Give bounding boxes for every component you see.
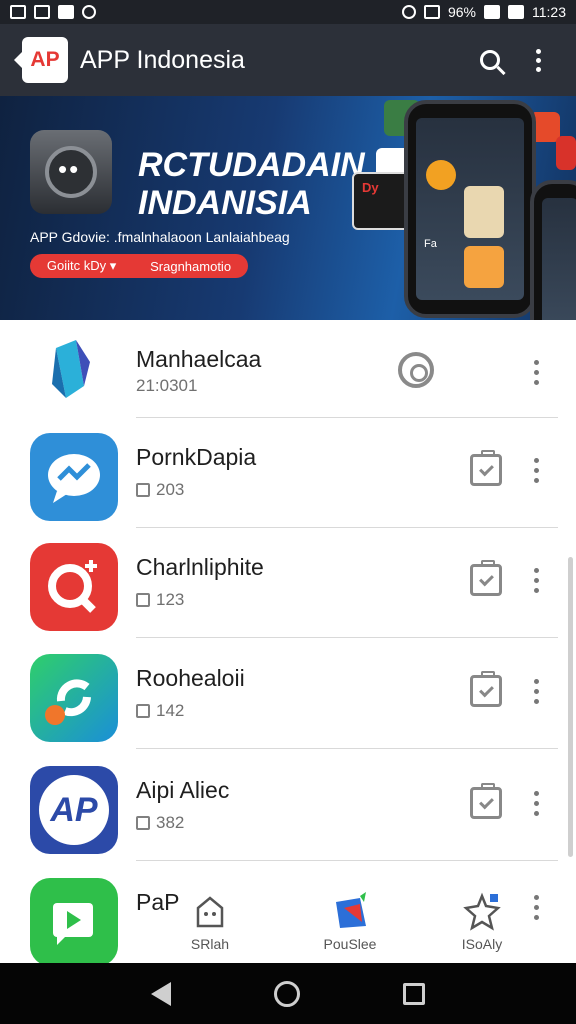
bottom-nav-bag[interactable]: PouSlee (310, 880, 390, 952)
app-bar: AP APP Indonesia (0, 24, 576, 96)
battery-percent: 96% (447, 4, 476, 20)
clipboard-check-icon[interactable] (470, 783, 502, 819)
status-right: 96% 11:23 (401, 4, 566, 20)
message-icon (58, 5, 74, 19)
edit-icon (136, 816, 150, 830)
edit-icon (136, 704, 150, 718)
play-icon (30, 878, 118, 963)
app-meta: 142 (136, 701, 184, 721)
promo-banner[interactable]: RCTUDADAIN INDANISIA APP Gdovie: .fmalnh… (0, 96, 576, 320)
status-bar: 96% 11:23 (0, 0, 576, 24)
app-name: Aipi Aliec (136, 777, 230, 803)
nav-recents-icon[interactable] (402, 982, 425, 1005)
more-vert-icon (535, 48, 541, 72)
refresh-icon (30, 654, 118, 742)
search-button[interactable] (466, 36, 514, 84)
list-item[interactable]: Manhaelcaa 21:0301 (0, 320, 576, 430)
app-name: Roohealoii (136, 665, 245, 691)
ap-icon: AP (30, 766, 118, 854)
search-icon (480, 50, 500, 70)
nav-home-icon[interactable] (273, 980, 300, 1007)
clipboard-check-icon[interactable] (470, 450, 502, 486)
more-vert-icon[interactable] (524, 673, 548, 709)
app-meta-value: 203 (156, 480, 185, 499)
app-name: Charlnliphite (136, 554, 264, 580)
clock: 11:23 (532, 4, 566, 20)
app-meta: 203 (136, 480, 184, 500)
system-nav-bar (0, 963, 576, 1024)
edit-icon (136, 483, 150, 497)
list-item[interactable]: AP Aipi Aliec 382 (0, 751, 576, 861)
bottom-nav-label: ISoAly (461, 936, 503, 952)
target-icon[interactable] (398, 352, 434, 388)
bag-icon (330, 892, 370, 932)
phone-mockup-back (530, 180, 576, 320)
banner-title-line1: RCTUDADAIN (138, 146, 365, 184)
divider (136, 748, 558, 749)
notification-icon (82, 5, 96, 19)
app-meta: 21:0301 (136, 376, 197, 396)
app-meta-value: 21:0301 (136, 376, 198, 395)
store-icon (190, 892, 230, 932)
battery-icon (508, 5, 524, 19)
signal-icon (484, 5, 500, 19)
bottom-nav: SRlah PouSlee ISoAly (160, 880, 560, 960)
more-vert-icon[interactable] (524, 354, 548, 390)
app-meta-value: 123 (156, 590, 185, 609)
banner-pill-left: Goiitc kDy ▾ (46, 258, 117, 273)
alarm-icon (401, 5, 416, 19)
phone-caption: Fa (424, 238, 437, 250)
floating-card-label: Dy (362, 180, 379, 195)
app-list: Manhaelcaa 21:0301 PornkDapia 203 Charln… (0, 320, 576, 963)
gear-star-icon (462, 892, 502, 932)
save-icon (34, 5, 50, 19)
gallery-icon (10, 5, 26, 19)
more-vert-icon[interactable] (524, 452, 548, 488)
bottom-nav-label: SRlah (190, 936, 230, 952)
chat-app-icon (30, 130, 112, 214)
banner-title-line2: INDANISIA (138, 184, 312, 222)
messenger-icon (30, 433, 118, 521)
banner-pill-right: Sragnhamotio (150, 258, 232, 274)
clipboard-check-icon[interactable] (470, 671, 502, 707)
edit-icon (136, 593, 150, 607)
banner-cta-pill[interactable]: Goiitc kDy ▾ Sragnhamotio (30, 254, 248, 278)
bottom-nav-store[interactable]: SRlah (170, 880, 250, 952)
divider (136, 860, 558, 861)
app-meta: 123 (136, 590, 184, 610)
app-name: Manhaelcaa (136, 346, 262, 372)
clipboard-check-icon[interactable] (470, 560, 502, 596)
app-logo[interactable]: AP (22, 37, 68, 83)
app-title: APP Indonesia (80, 45, 245, 74)
nav-back-icon[interactable] (151, 981, 172, 1006)
list-item[interactable]: Roohealoii 142 (0, 639, 576, 749)
kite-icon (40, 338, 100, 402)
bottom-nav-label: PouSlee (323, 936, 377, 952)
status-left (10, 5, 96, 19)
list-item[interactable]: Charlnliphite 123 (0, 528, 576, 638)
app-name: PornkDapia (136, 444, 257, 470)
app-meta-value: 142 (156, 701, 185, 720)
overflow-menu-button[interactable] (514, 36, 562, 84)
phone-mockup-front: Fa (404, 100, 536, 318)
app-logo-text: AP (30, 48, 60, 71)
more-vert-icon[interactable] (524, 562, 548, 598)
search-plus-icon (30, 543, 118, 631)
bottom-nav-settings[interactable]: ISoAly (442, 880, 522, 952)
list-item[interactable]: PornkDapia 203 (0, 418, 576, 528)
banner-subtitle: APP Gdovie: .fmalnhalaoon Lanlaiahbeag (30, 229, 290, 245)
app-meta-value: 382 (156, 813, 185, 832)
scrollbar[interactable] (568, 557, 573, 857)
floating-app-icon (556, 136, 576, 170)
divider (136, 637, 558, 638)
app-meta: 382 (136, 813, 184, 833)
vibrate-icon (423, 5, 440, 19)
more-vert-icon[interactable] (524, 785, 548, 821)
